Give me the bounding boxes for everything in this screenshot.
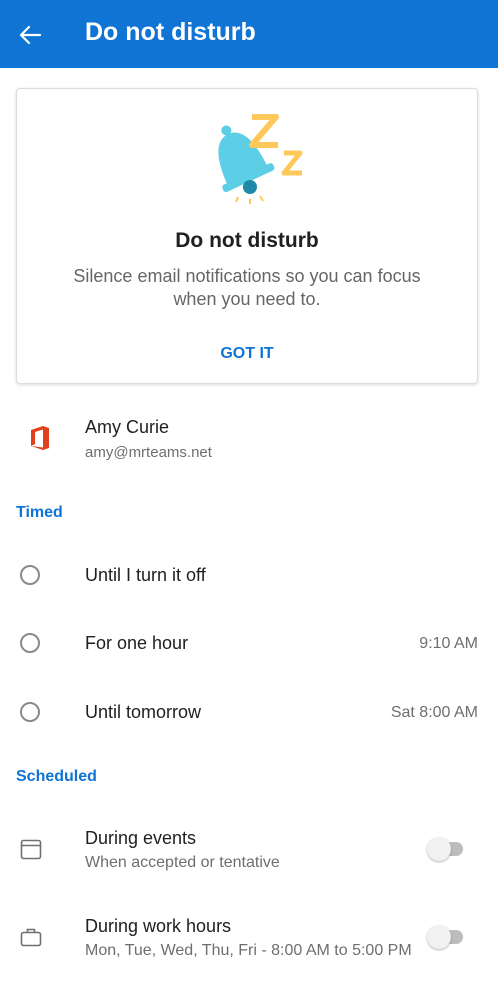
dnd-info-card: Do not disturb Silence email notificatio… <box>16 88 478 384</box>
sleeping-bell-icon <box>218 114 303 204</box>
option-label: Until I turn it off <box>85 565 206 585</box>
option-until-turn-off[interactable]: Until I turn it off <box>0 546 498 606</box>
option-time: Sat 8:00 AM <box>390 704 478 721</box>
schedule-label: During events <box>85 828 197 848</box>
schedule-sublabel: When accepted or tentative <box>85 854 280 871</box>
option-time: 9:10 AM <box>419 635 478 652</box>
radio-button[interactable] <box>20 565 40 585</box>
schedule-during-events[interactable]: During events When accepted or tentative <box>0 815 498 885</box>
option-label: Until tomorrow <box>85 702 202 722</box>
radio-button[interactable] <box>20 633 40 653</box>
option-label: For one hour <box>85 633 189 653</box>
card-title: Do not disturb <box>175 229 319 252</box>
page-title: Do not disturb <box>85 18 256 46</box>
during-work-hours-toggle[interactable] <box>427 925 465 949</box>
section-header-scheduled: Scheduled <box>16 768 97 785</box>
schedule-during-work-hours[interactable]: During work hours Mon, Tue, Wed, Thu, Fr… <box>0 903 498 973</box>
app-bar: Do not disturb <box>0 0 498 68</box>
schedule-sublabel: Mon, Tue, Wed, Thu, Fri - 8:00 AM to 5:0… <box>85 942 412 959</box>
section-header-timed: Timed <box>16 504 63 521</box>
account-email: amy@mrteams.net <box>85 444 212 461</box>
got-it-button[interactable]: GOT IT <box>17 345 477 363</box>
option-one-hour[interactable]: For one hour 9:10 AM <box>0 614 498 674</box>
back-arrow-icon[interactable] <box>16 20 46 50</box>
calendar-icon <box>20 839 42 860</box>
toggle-thumb <box>427 837 451 861</box>
office-logo-icon <box>31 426 49 450</box>
account-row: Amy Curie amy@mrteams.net <box>0 400 498 470</box>
during-events-toggle[interactable] <box>427 837 465 861</box>
option-until-tomorrow[interactable]: Until tomorrow Sat 8:00 AM <box>0 683 498 743</box>
account-name: Amy Curie <box>85 417 170 437</box>
card-description: Silence email notifications so you can f… <box>73 266 421 309</box>
schedule-label: During work hours <box>85 916 232 936</box>
toggle-thumb <box>427 925 451 949</box>
radio-button[interactable] <box>20 702 40 722</box>
briefcase-icon <box>20 928 42 947</box>
